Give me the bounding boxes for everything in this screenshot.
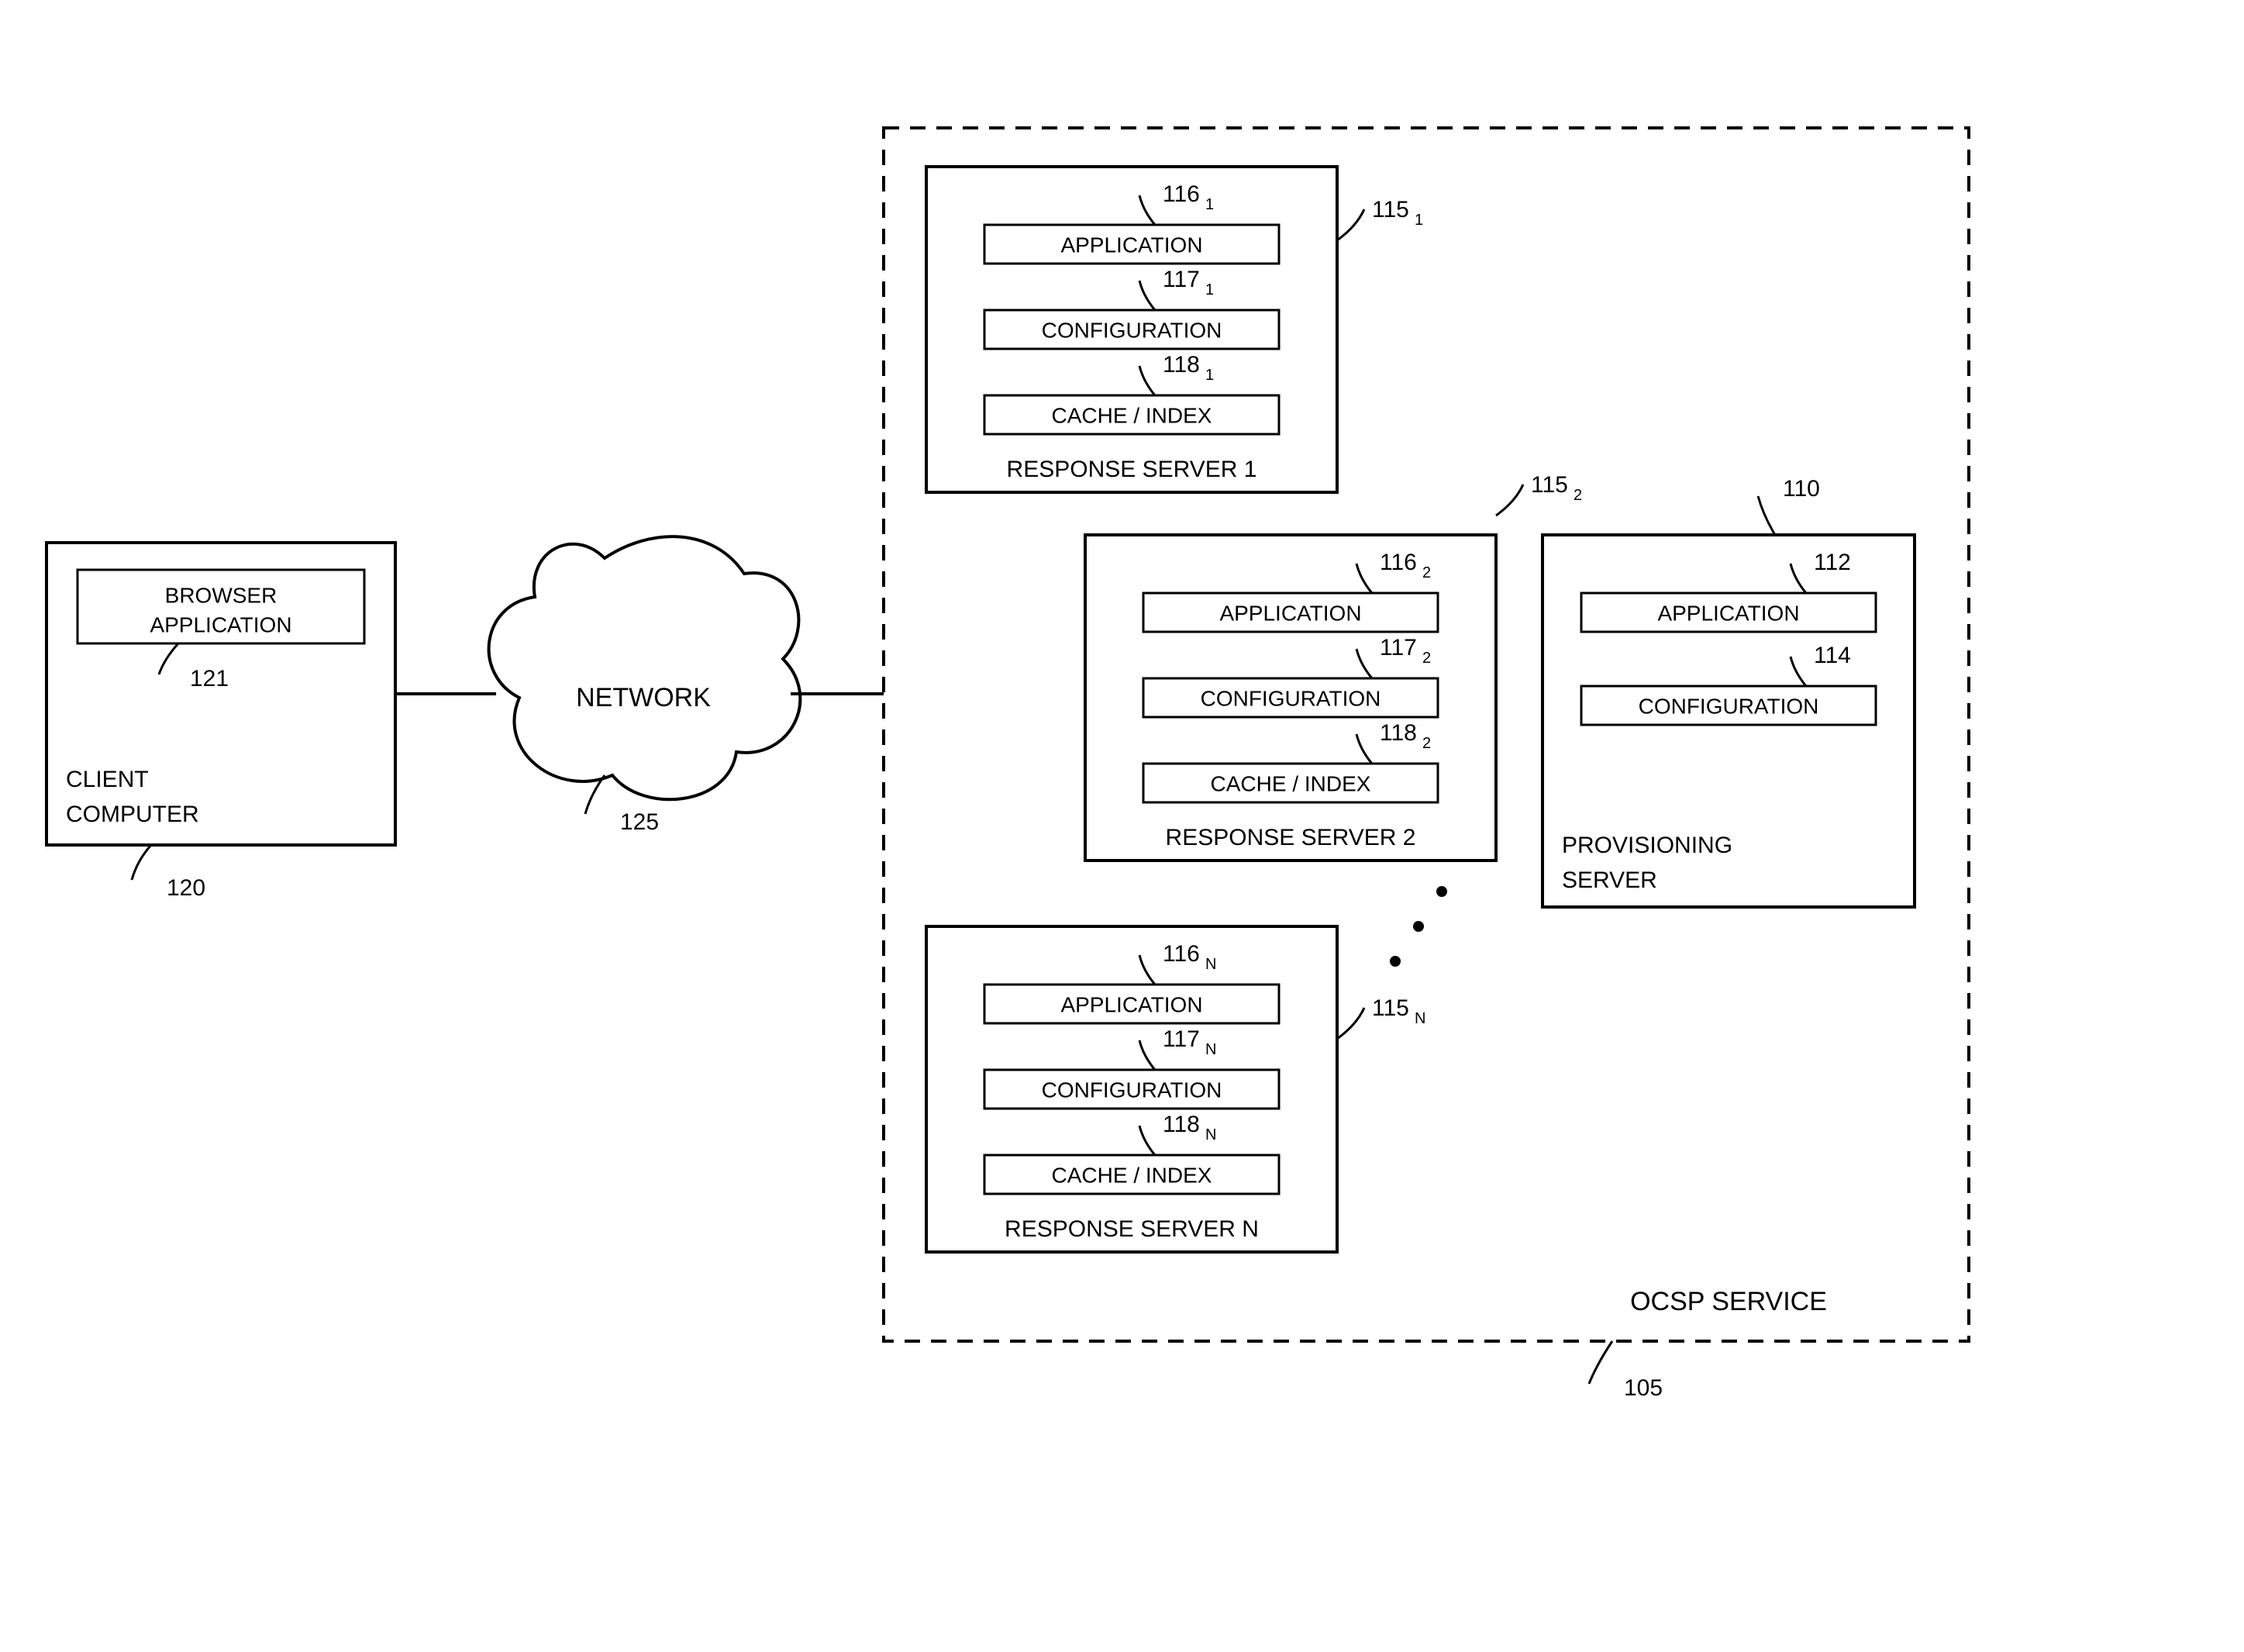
ref-116-n-sub: N [1205, 956, 1216, 973]
ref-118-1-sub: 1 [1205, 367, 1214, 384]
ref-114: 114 [1814, 643, 1851, 668]
leader-115-n [1337, 1008, 1364, 1039]
leader-105 [1589, 1341, 1612, 1384]
prov-title-line2: SERVER [1562, 867, 1657, 893]
leader-118-1 [1139, 366, 1155, 395]
ellipsis-dot [1413, 921, 1424, 932]
client-computer-block: BROWSER APPLICATION 121 CLIENT COMPUTER … [47, 543, 395, 901]
rs2-application-label: APPLICATION [1219, 601, 1361, 625]
client-title-line1: CLIENT [66, 767, 149, 792]
ref-115-2: 115 [1531, 472, 1568, 498]
ref-118-2-sub: 2 [1422, 735, 1431, 752]
ref-116-2-sub: 2 [1422, 564, 1431, 581]
leader-120 [132, 845, 151, 880]
diagram-canvas: OCSP SERVICE 105 BROWSER APPLICATION 121… [0, 0, 2244, 1652]
leader-114 [1791, 657, 1806, 686]
response-server-n: APPLICATION 116 N CONFIGURATION 117 N CA… [926, 926, 1425, 1252]
ref-116-1: 116 [1163, 181, 1200, 207]
prov-configuration-label: CONFIGURATION [1639, 694, 1819, 718]
provisioning-server: APPLICATION 112 CONFIGURATION 114 PROVIS… [1543, 476, 1915, 907]
leader-115-2 [1496, 485, 1523, 516]
ref-121: 121 [190, 666, 229, 691]
ref-117-1-sub: 1 [1205, 281, 1214, 298]
network-cloud: NETWORK 125 [489, 536, 801, 835]
response-server-2: APPLICATION 116 2 CONFIGURATION 117 2 CA… [1085, 472, 1582, 860]
ref-117-n-sub: N [1205, 1041, 1216, 1058]
client-title-line2: COMPUTER [66, 802, 199, 827]
rs1-configuration-label: CONFIGURATION [1042, 318, 1222, 342]
ref-118-n: 118 [1163, 1112, 1200, 1137]
leader-118-2 [1356, 734, 1372, 764]
ref-116-2: 116 [1380, 550, 1417, 575]
rsn-title: RESPONSE SERVER N [1005, 1216, 1259, 1242]
leader-117-1 [1139, 281, 1155, 310]
rs1-cache-label: CACHE / INDEX [1052, 403, 1212, 427]
leader-116-n [1139, 955, 1155, 985]
ref-110: 110 [1783, 476, 1820, 502]
ref-115-n-sub: N [1415, 1010, 1425, 1027]
rs2-cache-label: CACHE / INDEX [1211, 771, 1371, 795]
ref-117-2: 117 [1380, 635, 1417, 660]
ref-117-2-sub: 2 [1422, 650, 1431, 667]
ref-117-1: 117 [1163, 267, 1200, 292]
leader-121 [159, 643, 178, 674]
prov-title-line1: PROVISIONING [1562, 833, 1732, 858]
rs2-configuration-label: CONFIGURATION [1201, 686, 1381, 710]
leader-117-2 [1356, 649, 1372, 678]
rs1-application-label: APPLICATION [1060, 233, 1202, 257]
rsn-application-label: APPLICATION [1060, 992, 1202, 1016]
ellipsis-dot [1390, 956, 1401, 967]
ref-115-2-sub: 2 [1574, 487, 1582, 504]
leader-117-n [1139, 1040, 1155, 1070]
ref-115-1-sub: 1 [1415, 212, 1423, 229]
ref-118-1: 118 [1163, 352, 1200, 378]
browser-line2: APPLICATION [150, 612, 291, 636]
cloud-outline [489, 536, 801, 799]
ref-115-n: 115 [1372, 995, 1409, 1021]
leader-115-1 [1337, 209, 1364, 240]
rsn-configuration-label: CONFIGURATION [1042, 1078, 1222, 1102]
rs2-title: RESPONSE SERVER 2 [1166, 825, 1416, 850]
ref-125: 125 [620, 809, 659, 835]
ref-115-1: 115 [1372, 197, 1409, 222]
ref-105: 105 [1624, 1375, 1663, 1401]
prov-application-label: APPLICATION [1657, 601, 1799, 625]
rs1-title: RESPONSE SERVER 1 [1007, 457, 1257, 482]
rsn-cache-label: CACHE / INDEX [1052, 1163, 1212, 1187]
ref-117-n: 117 [1163, 1026, 1200, 1052]
leader-116-2 [1356, 564, 1372, 593]
response-server-1: APPLICATION 116 1 CONFIGURATION 117 1 CA… [926, 167, 1423, 492]
leader-116-1 [1139, 195, 1155, 225]
leader-112 [1791, 564, 1806, 593]
ref-120: 120 [167, 875, 205, 901]
ref-112: 112 [1814, 550, 1851, 575]
ref-116-n: 116 [1163, 941, 1200, 967]
browser-line1: BROWSER [165, 583, 277, 607]
ref-118-n-sub: N [1205, 1126, 1216, 1143]
leader-118-n [1139, 1126, 1155, 1155]
ref-116-1-sub: 1 [1205, 196, 1214, 213]
ellipsis-dot [1436, 886, 1447, 897]
ocsp-service-label: OCSP SERVICE [1630, 1287, 1827, 1316]
leader-110 [1758, 496, 1775, 535]
ref-118-2: 118 [1380, 720, 1417, 746]
network-label: NETWORK [576, 683, 711, 712]
